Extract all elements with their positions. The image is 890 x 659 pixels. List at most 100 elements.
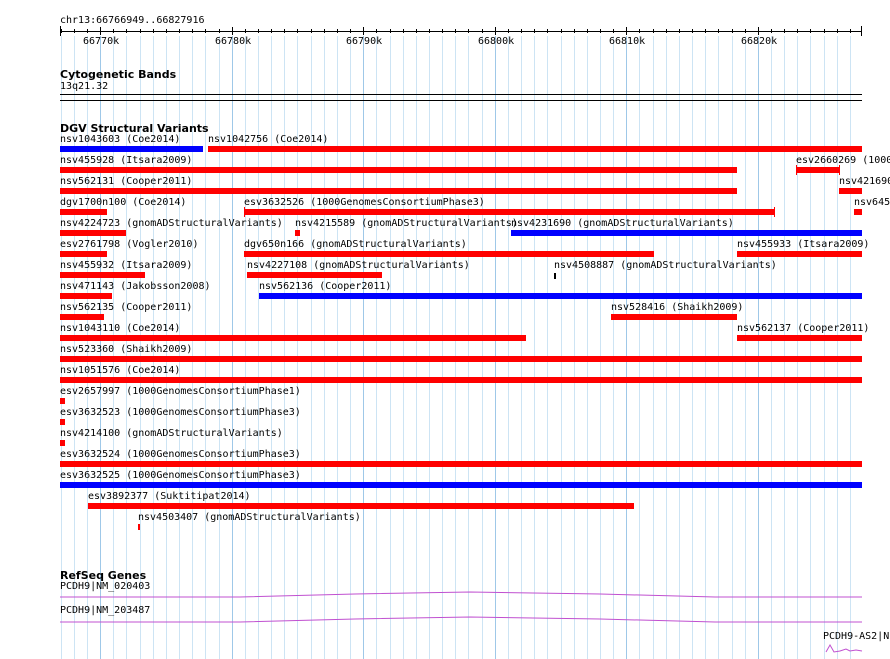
dgv-feature-label[interactable]: nsv562135 (Cooper2011) [60,302,192,313]
ruler-minor-tick [653,29,654,33]
dgv-feature-bar[interactable] [60,209,107,215]
dgv-feature-bar[interactable] [244,209,774,215]
dgv-feature-label[interactable]: nsv562137 (Cooper2011) [737,323,869,334]
ruler-minor-tick [482,29,483,33]
dgv-feature-bar[interactable] [511,230,862,236]
ruler-minor-tick [547,29,548,33]
dgv-feature-bar[interactable] [60,146,203,152]
dgv-feature-bar[interactable] [554,273,556,279]
dgv-feature-bar[interactable] [796,167,839,173]
ruler-minor-tick [837,29,838,33]
dgv-feature-label[interactable]: nsv1051576 (Coe2014) [60,365,180,376]
ruler-minor-tick [403,29,404,33]
dgv-feature-label[interactable]: nsv4224723 (gnomADStructuralVariants) [60,218,283,229]
dgv-feature-label[interactable]: esv3632526 (1000GenomesConsortiumPhase3) [244,197,485,208]
dgv-feature-label[interactable]: esv2657997 (1000GenomesConsortiumPhase1) [60,386,301,397]
dgv-feature-bar[interactable] [60,419,65,425]
ruler-minor-tick [245,29,246,33]
dgv-feature-bar[interactable] [60,482,862,488]
ruler-minor-tick [732,29,733,33]
ruler-minor-tick [350,29,351,33]
ruler-minor-tick [824,29,825,33]
dgv-feature-label[interactable]: nsv4227108 (gnomADStructuralVariants) [247,260,470,271]
ruler-minor-tick [297,29,298,33]
dgv-feature-bar[interactable] [60,188,737,194]
ruler-tick-label: 66800k [478,36,515,47]
dgv-feature-label[interactable]: nsv4231690 (gnomADStructuralVariants) [511,218,734,229]
dgv-feature-label[interactable]: nsv1043110 (Coe2014) [60,323,180,334]
dgv-feature-label[interactable]: nsv4214100 (gnomADStructuralVariants) [60,428,283,439]
cytoband-name[interactable]: 13q21.32 [60,81,108,92]
ruler-minor-tick [850,29,851,33]
location-label: chr13:66766949..66827916 [60,15,205,26]
dgv-feature-bar[interactable] [839,188,862,194]
dgv-feature-bar[interactable] [60,230,126,236]
dgv-feature-bar[interactable] [737,335,862,341]
dgv-feature-label[interactable]: esv3632524 (1000GenomesConsortiumPhase3) [60,449,301,460]
ruler-minor-tick [126,29,127,33]
dgv-feature-bar[interactable] [88,503,634,509]
transcript-intron-line[interactable] [60,616,862,623]
dgv-feature-bar[interactable] [60,272,145,278]
ruler-minor-tick [153,29,154,33]
dgv-feature-label[interactable]: nsv1042756 (Coe2014) [208,134,328,145]
dgv-feature-bar[interactable] [60,461,862,467]
dgv-feature-bar[interactable] [60,167,737,173]
transcript-intron-line[interactable] [825,643,863,653]
dgv-feature-label[interactable]: nsv4216902 [839,176,890,187]
ruler-minor-tick [810,29,811,33]
dgv-feature-bar[interactable] [60,440,65,446]
dgv-feature-bar[interactable] [60,398,65,404]
dgv-feature-label[interactable]: nsv523360 (Shaikh2009) [60,344,192,355]
ruler-line [60,31,862,32]
dgv-feature-label[interactable]: nsv562136 (Cooper2011) [259,281,391,292]
dgv-feature-label[interactable]: nsv471143 (Jakobsson2008) [60,281,211,292]
dgv-feature-bar[interactable] [60,251,107,257]
dgv-feature-bar[interactable] [244,251,654,257]
dgv-feature-bar[interactable] [247,272,382,278]
dgv-feature-label[interactable]: dgv650n166 (gnomADStructuralVariants) [244,239,467,250]
transcript-label[interactable]: PCDH9|NM_203487 [60,605,150,616]
dgv-feature-label[interactable]: esv3892377 (Suktitipat2014) [88,491,251,502]
dgv-feature-label[interactable]: nsv455933 (Itsara2009) [737,239,869,250]
dgv-feature-label[interactable]: nsv6457 [854,197,890,208]
dgv-feature-bar[interactable] [60,314,104,320]
dgv-feature-bar[interactable] [737,251,862,257]
dgv-feature-label[interactable]: esv2660269 (1000 [796,155,890,166]
dgv-feature-bar[interactable] [259,293,862,299]
dgv-feature-label[interactable]: nsv1043603 (Coe2014) [60,134,180,145]
ruler-minor-tick [692,29,693,33]
transcript-label[interactable]: PCDH9-AS2|N [823,631,889,642]
dgv-feature-label[interactable]: nsv528416 (Shaikh2009) [611,302,743,313]
ruler-minor-tick [679,29,680,33]
ruler-tick-label: 66770k [83,36,120,47]
ruler-minor-tick [258,29,259,33]
dgv-feature-bar[interactable] [208,146,862,152]
dgv-feature-label[interactable]: esv2761798 (Vogler2010) [60,239,198,250]
dgv-feature-bar[interactable] [854,209,862,215]
dgv-feature-label[interactable]: nsv562131 (Cooper2011) [60,176,192,187]
dgv-feature-bar[interactable] [611,314,737,320]
dgv-feature-label[interactable]: nsv455932 (Itsara2009) [60,260,192,271]
dgv-feature-label[interactable]: nsv455928 (Itsara2009) [60,155,192,166]
dgv-feature-bar[interactable] [60,356,862,362]
ruler-minor-tick [61,29,62,33]
dgv-feature-label[interactable]: esv3632525 (1000GenomesConsortiumPhase3) [60,470,301,481]
transcript-label[interactable]: PCDH9|NM_020403 [60,581,150,592]
transcript-intron-line[interactable] [60,591,862,598]
dgv-feature-bar[interactable] [60,335,526,341]
dgv-feature-bar[interactable] [60,293,112,299]
ruler-minor-tick [192,29,193,33]
dgv-feature-label[interactable]: nsv4215589 (gnomADStructuralVariants) [295,218,518,229]
dgv-feature-label[interactable]: dgv1700n100 (Coe2014) [60,197,186,208]
ruler-minor-tick [429,29,430,33]
ruler-minor-tick [613,29,614,33]
dgv-feature-bar[interactable] [295,230,300,236]
dgv-feature-label[interactable]: nsv4503407 (gnomADStructuralVariants) [138,512,361,523]
dgv-feature-bar[interactable] [138,524,140,530]
dgv-feature-label[interactable]: nsv4508887 (gnomADStructuralVariants) [554,260,777,271]
ruler-minor-tick [600,29,601,33]
ruler-minor-tick [745,29,746,33]
dgv-feature-bar[interactable] [60,377,862,383]
dgv-feature-label[interactable]: esv3632523 (1000GenomesConsortiumPhase3) [60,407,301,418]
